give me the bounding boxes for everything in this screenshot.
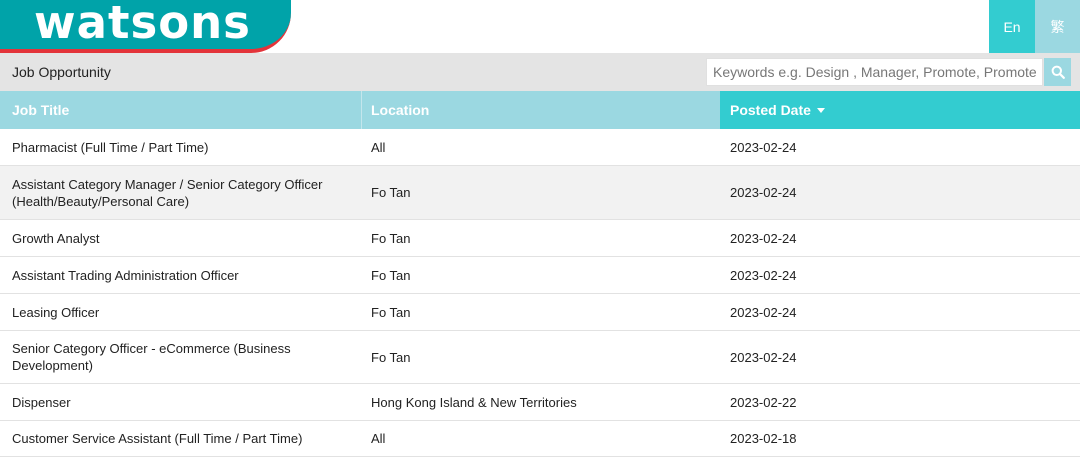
location-cell: All bbox=[371, 139, 386, 155]
job-title-cell[interactable]: Assistant Category Manager / Senior Cate… bbox=[12, 166, 342, 219]
location-cell: Fo Tan bbox=[371, 230, 411, 246]
column-header-label: Job Title bbox=[12, 102, 70, 118]
posted-date-cell: 2023-02-24 bbox=[730, 139, 797, 155]
watsons-logo[interactable]: watsons bbox=[0, 0, 291, 53]
column-header-posted-date[interactable]: Posted Date bbox=[720, 91, 1080, 129]
job-table-body: Pharmacist (Full Time / Part Time) All 2… bbox=[0, 129, 1080, 457]
table-row[interactable]: Dispenser Hong Kong Island & New Territo… bbox=[0, 384, 1080, 421]
location-cell: Fo Tan bbox=[371, 185, 411, 200]
column-header-label: Posted Date bbox=[730, 102, 811, 118]
table-row[interactable]: Growth Analyst Fo Tan 2023-02-24 bbox=[0, 220, 1080, 257]
table-row[interactable]: Leasing Officer Fo Tan 2023-02-24 bbox=[0, 294, 1080, 331]
posted-date-cell: 2023-02-18 bbox=[730, 431, 797, 446]
job-title-cell[interactable]: Dispenser bbox=[12, 384, 342, 420]
caret-down-icon bbox=[816, 107, 825, 113]
location-cell: Fo Tan bbox=[371, 349, 411, 365]
page-title: Job Opportunity bbox=[12, 64, 111, 80]
posted-date-cell: 2023-02-24 bbox=[730, 185, 797, 200]
job-title-cell[interactable]: Pharmacist (Full Time / Part Time) bbox=[12, 129, 342, 165]
job-title-cell[interactable]: Leasing Officer bbox=[12, 294, 342, 330]
posted-date-cell: 2023-02-24 bbox=[730, 267, 797, 283]
table-row[interactable]: Assistant Category Manager / Senior Cate… bbox=[0, 166, 1080, 220]
table-row[interactable]: Senior Category Officer - eCommerce (Bus… bbox=[0, 331, 1080, 384]
posted-date-cell: 2023-02-24 bbox=[730, 230, 797, 246]
search-icon bbox=[1051, 65, 1065, 79]
job-title-cell[interactable]: Assistant Trading Administration Officer bbox=[12, 257, 342, 293]
job-title-cell[interactable]: Growth Analyst bbox=[12, 220, 342, 256]
location-cell: Fo Tan bbox=[371, 304, 411, 320]
column-header-label: Location bbox=[371, 102, 430, 118]
logo-text: watsons bbox=[34, 0, 251, 49]
job-title-cell[interactable]: Customer Service Assistant (Full Time / … bbox=[12, 421, 342, 456]
table-row[interactable]: Assistant Trading Administration Officer… bbox=[0, 257, 1080, 294]
posted-date-cell: 2023-02-22 bbox=[730, 394, 797, 410]
table-row[interactable]: Pharmacist (Full Time / Part Time) All 2… bbox=[0, 129, 1080, 166]
location-cell: All bbox=[371, 431, 386, 446]
column-header-location[interactable]: Location bbox=[362, 91, 720, 129]
top-bar: watsons En 繁 bbox=[0, 0, 1080, 54]
posted-date-cell: 2023-02-24 bbox=[730, 349, 797, 365]
language-en-button[interactable]: En bbox=[989, 0, 1035, 53]
language-tc-button[interactable]: 繁 bbox=[1035, 0, 1080, 53]
location-cell: Fo Tan bbox=[371, 267, 411, 283]
location-cell: Hong Kong Island & New Territories bbox=[371, 394, 577, 410]
posted-date-cell: 2023-02-24 bbox=[730, 304, 797, 320]
search-input[interactable] bbox=[706, 58, 1043, 86]
job-title-cell[interactable]: Senior Category Officer - eCommerce (Bus… bbox=[12, 331, 342, 383]
table-header: Job Title Location Posted Date bbox=[0, 91, 1080, 129]
column-header-job-title[interactable]: Job Title bbox=[0, 91, 362, 129]
search-button[interactable] bbox=[1044, 58, 1071, 86]
